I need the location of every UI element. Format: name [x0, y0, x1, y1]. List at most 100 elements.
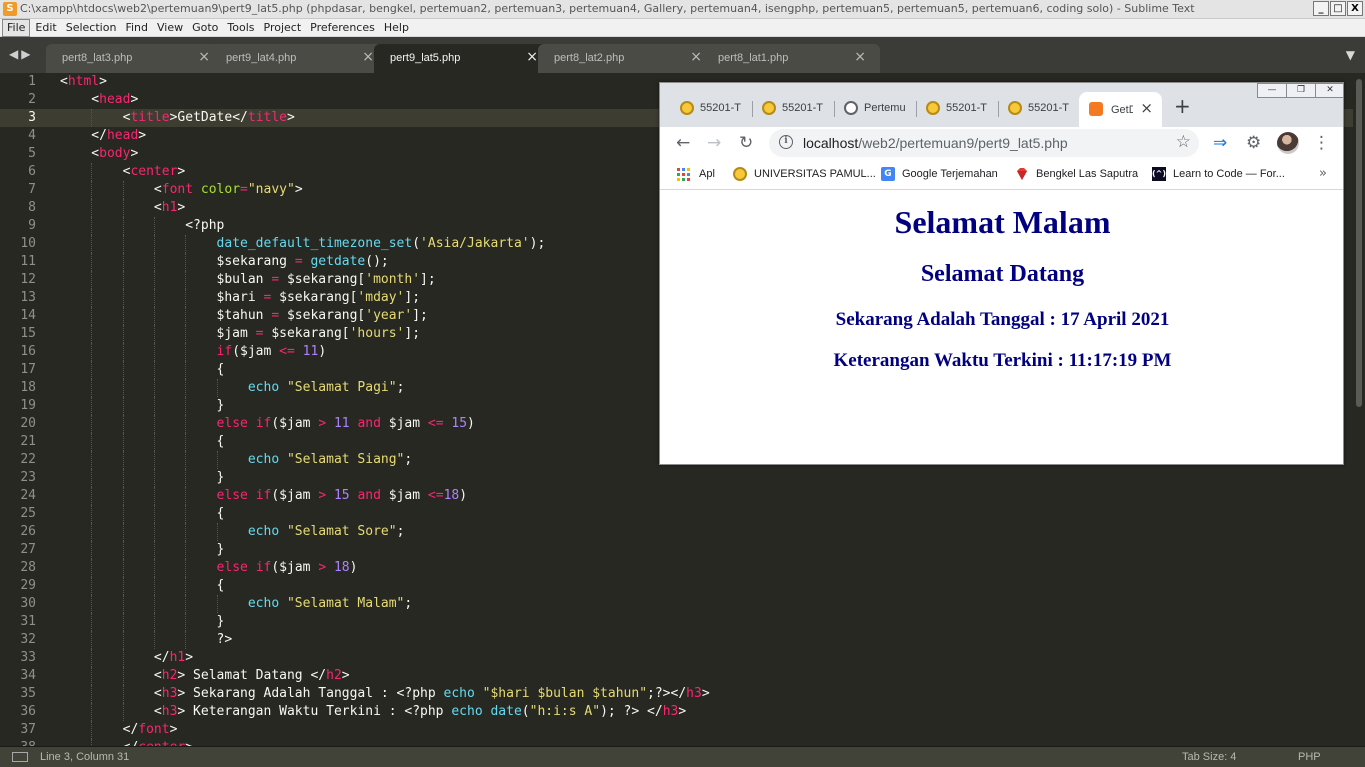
bookmark-google-translate[interactable]: G Google Terjemahan — [881, 167, 998, 181]
code-line[interactable]: } — [60, 613, 225, 631]
close-tab-icon[interactable]: × — [854, 49, 866, 65]
code-line[interactable]: echo "Selamat Pagi"; — [60, 379, 405, 397]
bookmark-universitas[interactable]: UNIVERSITAS PAMUL... — [733, 167, 876, 181]
profile-avatar[interactable] — [1277, 132, 1299, 154]
editor-tab[interactable]: pert9_lat4.php × — [210, 44, 388, 73]
code-line[interactable]: <body> — [60, 145, 138, 163]
tab-size-setting[interactable]: Tab Size: 4 — [1182, 750, 1236, 764]
close-tab-icon[interactable]: × — [362, 49, 374, 65]
code-line[interactable]: } — [60, 469, 225, 487]
site-info-icon[interactable]: i — [779, 135, 793, 149]
code-line[interactable]: } — [60, 397, 225, 415]
browser-tab[interactable]: 55201-TI — [762, 97, 824, 119]
code-line[interactable]: $bulan = $sekarang['month']; — [60, 271, 436, 289]
code-line[interactable]: <center> — [60, 163, 186, 181]
browser-tab[interactable]: 55201-TI — [1008, 97, 1070, 119]
code-line[interactable]: { — [60, 361, 225, 379]
menu-find[interactable]: Find — [121, 20, 152, 36]
menu-edit[interactable]: Edit — [31, 20, 60, 36]
code-line[interactable]: } — [60, 541, 225, 559]
code-line[interactable]: <head> — [60, 91, 138, 109]
code-line[interactable]: </head> — [60, 127, 146, 145]
code-line[interactable]: <h3> Keterangan Waktu Terkini : <?php ec… — [60, 703, 686, 721]
forward-icon[interactable]: → — [707, 133, 721, 153]
bookmark-freecodecamp[interactable]: (^) Learn to Code — For... — [1152, 167, 1285, 181]
code-line[interactable]: date_default_timezone_set('Asia/Jakarta'… — [60, 235, 546, 253]
menu-view[interactable]: View — [153, 20, 187, 36]
menu-preferences[interactable]: Preferences — [306, 20, 379, 36]
indent-guide — [91, 325, 93, 343]
browser-restore-button[interactable]: ❐ — [1286, 83, 1316, 98]
close-tab-icon[interactable]: × — [526, 49, 538, 65]
browser-tab-active[interactable]: GetD × — [1079, 92, 1162, 127]
code-line[interactable]: </center> — [60, 739, 193, 746]
code-line[interactable]: $hari = $sekarang['mday']; — [60, 289, 421, 307]
menu-selection[interactable]: Selection — [62, 20, 121, 36]
code-line[interactable]: echo "Selamat Siang"; — [60, 451, 412, 469]
editor-tab-active[interactable]: pert9_lat5.php × — [374, 44, 552, 73]
syntax-setting[interactable]: PHP — [1298, 750, 1321, 764]
browser-menu-icon[interactable]: ⋮ — [1313, 133, 1330, 153]
code-line[interactable]: echo "Selamat Malam"; — [60, 595, 412, 613]
bookmark-star-icon[interactable]: ☆ — [1176, 132, 1191, 152]
scrollbar-thumb[interactable] — [1356, 79, 1362, 407]
code-line[interactable]: else if($jam > 18) — [60, 559, 358, 577]
panel-toggle-icon[interactable] — [12, 752, 28, 762]
editor-tab[interactable]: pert8_lat1.php × — [702, 44, 880, 73]
browser-close-button[interactable]: ✕ — [1315, 83, 1343, 98]
browser-tab[interactable]: Pertemu — [844, 97, 908, 119]
url-text[interactable]: localhost/web2/pertemuan9/pert9_lat5.php — [803, 135, 1068, 151]
close-tab-icon[interactable]: × — [198, 49, 210, 65]
close-tab-icon[interactable]: × — [1140, 98, 1153, 118]
menu-project[interactable]: Project — [260, 20, 306, 36]
code-line[interactable]: $tahun = $sekarang['year']; — [60, 307, 428, 325]
tab-list-dropdown-icon[interactable]: ▼ — [1346, 48, 1355, 62]
address-bar[interactable]: i localhost/web2/pertemuan9/pert9_lat5.p… — [769, 129, 1199, 157]
code-line[interactable]: <title>GetDate</title> — [60, 109, 295, 127]
code-line[interactable]: </h1> — [60, 649, 193, 667]
code-line[interactable]: <h2> Selamat Datang </h2> — [60, 667, 350, 685]
code-line[interactable]: { — [60, 505, 225, 523]
code-line[interactable]: $jam = $sekarang['hours']; — [60, 325, 421, 343]
code-line[interactable]: $sekarang = getdate(); — [60, 253, 389, 271]
code-line[interactable]: <h3> Sekarang Adalah Tanggal : <?php ech… — [60, 685, 710, 703]
code-line[interactable]: </font> — [60, 721, 178, 739]
back-icon[interactable]: ← — [676, 133, 690, 153]
code-line[interactable]: { — [60, 433, 225, 451]
bookmark-apps[interactable]: Apl — [677, 167, 715, 181]
close-button[interactable]: X — [1347, 1, 1363, 16]
reload-icon[interactable]: ↻ — [739, 133, 753, 153]
code-line[interactable]: if($jam <= 11) — [60, 343, 327, 361]
line-number: 37 — [20, 722, 36, 737]
menu-help[interactable]: Help — [380, 20, 413, 36]
send-tab-icon[interactable]: ⇒ — [1213, 133, 1227, 153]
menu-goto[interactable]: Goto — [188, 20, 222, 36]
code-line[interactable]: { — [60, 577, 225, 595]
maximize-button[interactable]: □ — [1330, 1, 1346, 16]
minimize-button[interactable]: _ — [1313, 1, 1329, 16]
code-line[interactable]: <html> — [60, 73, 107, 91]
indent-guide — [185, 325, 187, 343]
browser-tab[interactable]: 55201-TI — [680, 97, 742, 119]
code-line[interactable]: else if($jam > 15 and $jam <=18) — [60, 487, 468, 505]
indent-guide — [153, 595, 155, 613]
code-line[interactable]: <font color="navy"> — [60, 181, 303, 199]
code-token: { — [60, 578, 225, 593]
close-tab-icon[interactable]: × — [690, 49, 702, 65]
menu-file[interactable]: File — [2, 18, 31, 37]
code-line[interactable]: <?php — [60, 217, 224, 235]
new-tab-button[interactable]: + — [1174, 95, 1191, 117]
browser-tab[interactable]: 55201-TI — [926, 97, 988, 119]
editor-tab[interactable]: pert8_lat3.php × — [46, 44, 224, 73]
bookmark-bengkel[interactable]: Bengkel Las Saputra — [1015, 167, 1138, 181]
extensions-icon[interactable]: ⚙ — [1246, 133, 1261, 153]
tab-nav-arrows-icon[interactable]: ◀▶ — [9, 47, 33, 61]
vertical-scrollbar[interactable] — [1353, 73, 1365, 746]
code-line[interactable]: ?> — [60, 631, 233, 649]
menu-tools[interactable]: Tools — [223, 20, 258, 36]
bookmarks-overflow-icon[interactable]: » — [1319, 166, 1327, 182]
code-line[interactable]: echo "Selamat Sore"; — [60, 523, 405, 541]
editor-tab[interactable]: pert8_lat2.php × — [538, 44, 716, 73]
browser-minimize-button[interactable]: — — [1257, 83, 1287, 98]
indent-guide — [122, 631, 124, 649]
